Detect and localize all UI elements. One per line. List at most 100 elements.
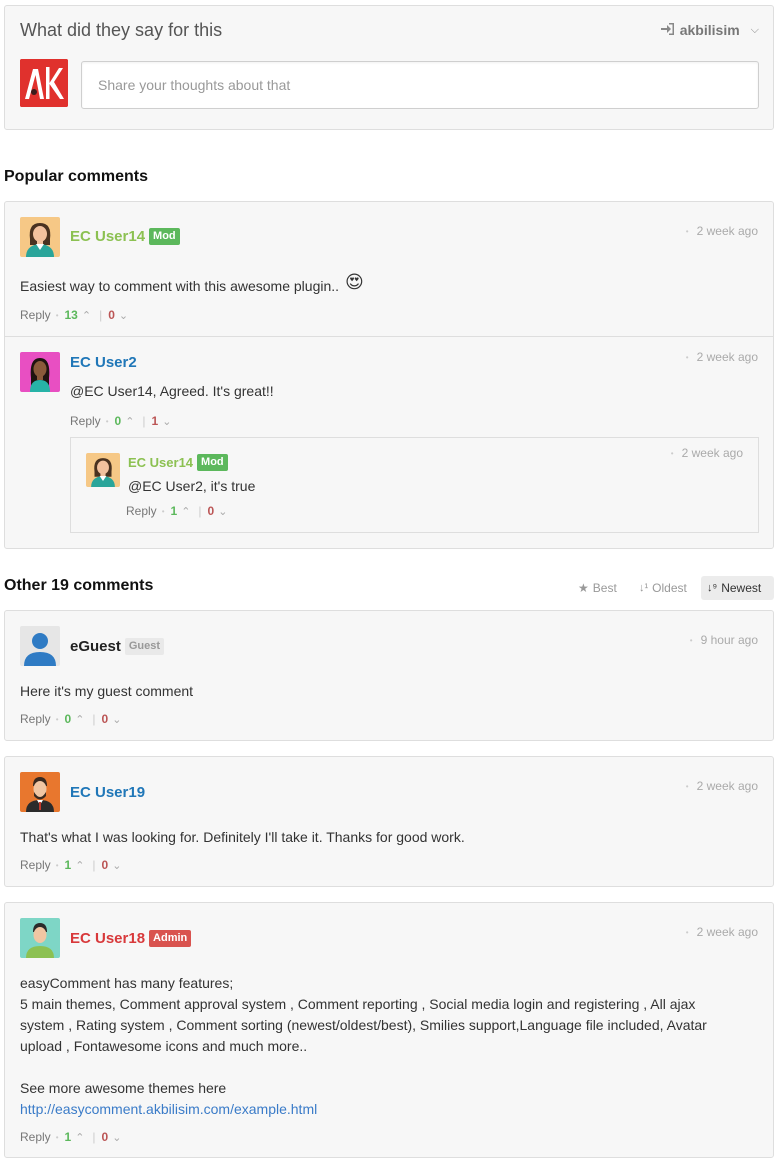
star-icon: ★ xyxy=(578,581,589,595)
upvote-button[interactable]: 1 ⌃ xyxy=(65,858,85,872)
comment-time: 2 week ago xyxy=(686,224,758,238)
downvote-count: 0 xyxy=(101,1130,109,1144)
popular-comments-panel: EC User14 Mod 2 week ago Easiest way to … xyxy=(4,201,774,549)
comment-author[interactable]: EC User19 xyxy=(70,784,145,801)
separator-dot: • xyxy=(105,416,109,426)
chevron-down-icon: ⌄ xyxy=(118,309,129,322)
comment-actions: Reply • 13 ⌃ | 0 ⌄ xyxy=(20,308,128,322)
separator: | xyxy=(92,712,96,726)
avatar[interactable] xyxy=(20,352,60,392)
comment-author[interactable]: EC User14 Mod xyxy=(70,228,180,245)
avatar[interactable] xyxy=(20,772,60,812)
upvote-count: 0 xyxy=(64,712,72,726)
comment-author[interactable]: EC User2 xyxy=(70,354,137,371)
comment-body: easyComment has many features; 5 main th… xyxy=(20,973,740,1120)
comment-card: eGuest Guest 9 hour ago Here it's my gue… xyxy=(4,610,774,741)
author-name[interactable]: EC User18 xyxy=(70,930,145,947)
reply-button[interactable]: Reply xyxy=(126,504,157,518)
divider xyxy=(5,336,773,337)
chevron-down-icon: ⌄ xyxy=(218,505,228,518)
avatar[interactable] xyxy=(20,217,60,257)
comment-input[interactable] xyxy=(81,61,759,109)
comment-author[interactable]: eGuest Guest xyxy=(70,638,165,655)
author-name[interactable]: EC User19 xyxy=(70,784,145,801)
downvote-button[interactable]: 0 ⌄ xyxy=(102,1130,122,1144)
comment-time: 2 week ago xyxy=(686,350,758,364)
avatar[interactable] xyxy=(20,918,60,958)
downvote-count: 0 xyxy=(101,858,109,872)
user-menu[interactable]: akbilisim ⌵ xyxy=(660,22,759,38)
upvote-button[interactable]: 0 ⌃ xyxy=(65,712,85,726)
other-comments-heading: Other 19 comments xyxy=(4,577,154,594)
avatar[interactable] xyxy=(86,453,120,487)
reply-button[interactable]: Reply xyxy=(20,858,51,872)
author-name[interactable]: EC User14 xyxy=(128,455,193,470)
comment-time: 2 week ago xyxy=(671,446,743,460)
upvote-button[interactable]: 1 ⌃ xyxy=(65,1130,85,1144)
sort-newest-label: Newest xyxy=(721,581,762,595)
reply-button[interactable]: Reply xyxy=(70,414,101,428)
sort-oldest-button[interactable]: ↓¹ Oldest xyxy=(633,576,693,600)
comment-form-panel: What did they say for this akbilisim ⌵ xyxy=(4,5,774,130)
chevron-down-icon: ⌵ xyxy=(750,23,759,36)
comment-actions: Reply • 1 ⌃ | 0 ⌄ xyxy=(20,858,121,872)
comment-line: See more awesome themes here xyxy=(20,1080,227,1096)
comment-time: 9 hour ago xyxy=(690,633,758,647)
chevron-down-icon: ⌄ xyxy=(112,713,122,726)
upvote-button[interactable]: 0 ⌃ xyxy=(115,414,135,428)
mod-badge: Mod xyxy=(149,228,180,245)
site-logo xyxy=(20,59,68,107)
comment-body: Easiest way to comment with this awesome… xyxy=(20,278,340,294)
comment-body: Here it's my guest comment xyxy=(20,683,194,699)
downvote-button[interactable]: 0 ⌄ xyxy=(102,712,122,726)
upvote-button[interactable]: 13 ⌃ xyxy=(65,308,92,322)
username: akbilisim xyxy=(679,22,740,38)
reply-button[interactable]: Reply xyxy=(20,1130,51,1144)
comment-body: @EC User2, it's true xyxy=(128,478,256,494)
separator-dot: • xyxy=(161,506,165,516)
comment-actions: Reply • 1 ⌃ | 0 ⌄ xyxy=(20,1130,121,1144)
upvote-count: 13 xyxy=(64,308,78,322)
downvote-button[interactable]: 0 ⌄ xyxy=(108,308,128,322)
sort-best-button[interactable]: ★ Best xyxy=(572,576,623,600)
upvote-count: 1 xyxy=(64,858,72,872)
downvote-button[interactable]: 0 ⌄ xyxy=(208,504,228,518)
reply-button[interactable]: Reply xyxy=(20,308,51,322)
separator: | xyxy=(99,308,103,322)
downvote-button[interactable]: 0 ⌄ xyxy=(102,858,122,872)
author-name[interactable]: EC User2 xyxy=(70,354,137,371)
author-name[interactable]: eGuest xyxy=(70,638,121,655)
comment-actions: Reply • 1 ⌃ | 0 ⌄ xyxy=(126,504,227,518)
comment-card: EC User19 2 week ago That's what I was l… xyxy=(4,756,774,887)
comment-author[interactable]: EC User18 Admin xyxy=(70,930,192,947)
nested-reply: EC User14 Mod 2 week ago @EC User2, it's… xyxy=(70,437,759,533)
author-name[interactable]: EC User14 xyxy=(70,228,145,245)
downvote-count: 0 xyxy=(108,308,115,322)
comment-body: That's what I was looking for. Definitel… xyxy=(20,829,465,845)
comment-card: EC User18 Admin 2 week ago easyComment h… xyxy=(4,902,774,1158)
chevron-up-icon: ⌃ xyxy=(75,713,85,726)
reply-button[interactable]: Reply xyxy=(20,712,51,726)
page-title: What did they say for this xyxy=(20,20,223,40)
comment-line: 5 main themes, Comment approval system ,… xyxy=(20,996,707,1054)
upvote-button[interactable]: 1 ⌃ xyxy=(171,504,191,518)
sort-numeric-desc-icon: ↓⁹ xyxy=(707,582,718,594)
avatar[interactable] xyxy=(20,626,60,666)
separator: | xyxy=(92,1130,96,1144)
sort-best-label: Best xyxy=(592,581,617,595)
sign-in-icon xyxy=(660,22,675,38)
downvote-count: 0 xyxy=(207,504,215,518)
comment-author[interactable]: EC User14 Mod xyxy=(128,454,228,471)
sort-numeric-asc-icon: ↓¹ xyxy=(639,582,649,594)
guest-badge: Guest xyxy=(124,638,165,655)
sort-newest-button[interactable]: ↓⁹ Newest xyxy=(701,576,774,600)
comment-line: easyComment has many features; xyxy=(20,975,234,991)
example-link[interactable]: http://easycomment.akbilisim.com/example… xyxy=(20,1101,317,1117)
downvote-button[interactable]: 1 ⌄ xyxy=(152,414,172,428)
admin-badge: Admin xyxy=(149,930,192,947)
separator: | xyxy=(92,858,96,872)
chevron-up-icon: ⌃ xyxy=(75,859,85,872)
downvote-count: 0 xyxy=(101,712,109,726)
chevron-down-icon: ⌄ xyxy=(112,1131,122,1144)
